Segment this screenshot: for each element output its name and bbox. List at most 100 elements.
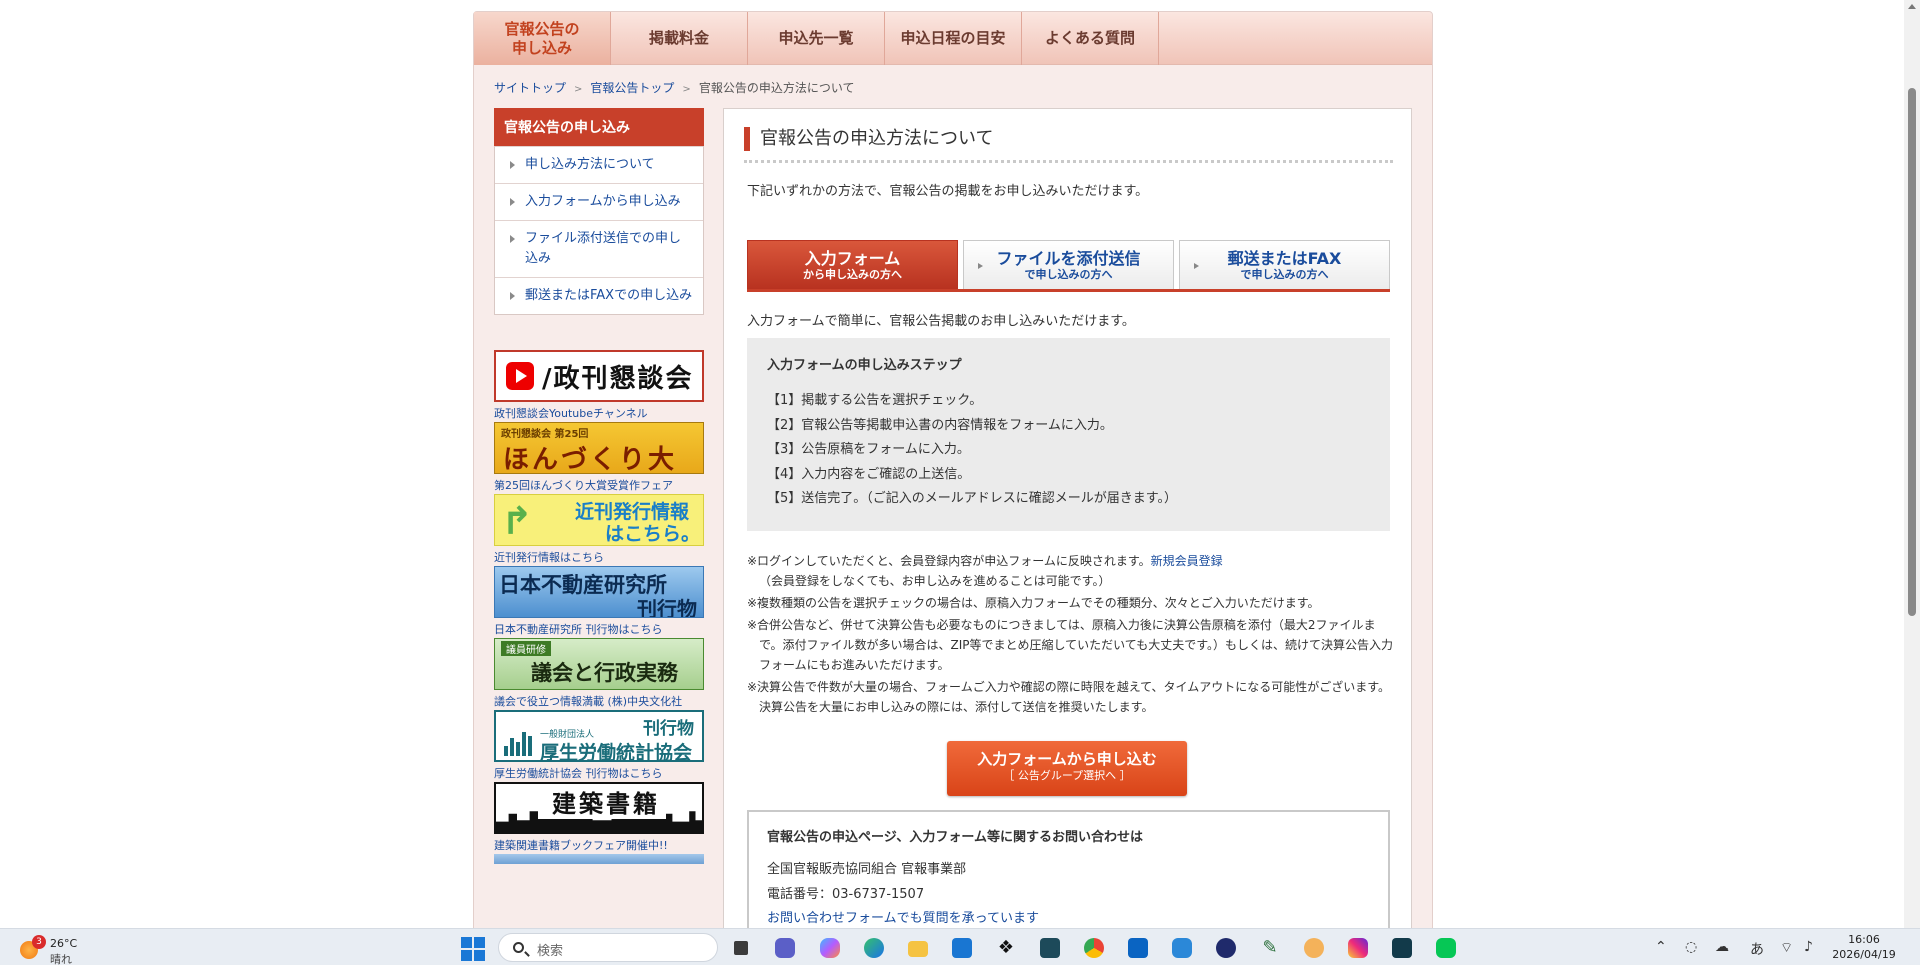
banner-kosei-image: 一般財団法人 厚生労働統計協会 刊行物 (494, 710, 704, 762)
sidebar-item-file-apply[interactable]: ファイル添付送信での申し込み (495, 220, 703, 277)
tab-label-main: 入力フォーム (804, 249, 901, 268)
contact-form-link[interactable]: お問い合わせフォームでも質問を承っています (767, 911, 1039, 926)
banner-honzukuri[interactable]: 政刊懇談会 第25回 ほんづくり大賞 第25回ほんづくり大賞受賞作フェア (494, 422, 704, 491)
tab-mail-fax[interactable]: 郵送またはFAX で申し込みの方へ (1179, 240, 1390, 289)
banner-caption: 政刊懇談会Youtubeチャンネル (494, 407, 648, 419)
banner-caption: 第25回ほんづくり大賞受賞作フェア (494, 479, 673, 491)
banner-caption: 建築関連書籍ブックフェア開催中!! (494, 839, 668, 851)
tab-label-sub: から申し込みの方へ (803, 268, 902, 281)
note-merger: ※合併公告など、併せて決算公告も必要なものにつきましては、原稿入力後に決算公告原… (747, 618, 1394, 672)
apply-button-sublabel: ［ 公告グループ選択へ ］ (1003, 769, 1131, 782)
breadcrumb: サイトトップ > 官報公告トップ > 官報公告の申込方法について (494, 79, 854, 96)
sidebar-menu: 申し込み方法について 入力フォームから申し込み ファイル添付送信での申し込み 郵… (494, 146, 704, 315)
scroll-up-arrow-icon[interactable] (1908, 4, 1916, 9)
step-item: 【1】掲載する公告を選択チェック。 (767, 393, 983, 408)
banner-seikan-text: /政刊懇談会 (542, 363, 694, 394)
app-circle-icon[interactable] (1213, 935, 1239, 961)
apply-form-button[interactable]: 入力フォームから申し込む ［ 公告グループ選択へ ］ (947, 741, 1187, 796)
edge-icon[interactable] (861, 935, 887, 961)
sidebar-item-label: 申し込み方法について (525, 157, 655, 172)
tab-label-main: 郵送またはFAX (1227, 249, 1342, 268)
youtube-icon (506, 362, 534, 390)
instagram-icon[interactable] (1345, 935, 1371, 961)
banner-caption: 厚生労働統計協会 刊行物はこちら (494, 767, 663, 779)
banner-seikan-youtube[interactable]: /政刊懇談会 政刊懇談会Youtubeチャンネル (494, 350, 704, 419)
banner-fudosan-image: 日本不動産研究所 刊行物 (494, 566, 704, 618)
contact-org: 全国官報販売協同組合 官報事業部 (767, 862, 967, 877)
banner-kosei[interactable]: 一般財団法人 厚生労働統計協会 刊行物 厚生労働統計協会 刊行物はこちら (494, 710, 704, 779)
tab-input-form[interactable]: 入力フォーム から申し込みの方へ (747, 240, 958, 289)
bullet-triangle-icon (510, 198, 515, 206)
teams-icon[interactable] (772, 935, 798, 961)
sidebar-banners: /政刊懇談会 政刊懇談会Youtubeチャンネル 政刊懇談会 第25回 ほんづく… (494, 350, 704, 864)
banner-gikai[interactable]: 議員研修 議会と行政実務 議会で役立つ情報満載 (株)中央文化社 (494, 638, 704, 707)
sidebar-heading: 官報公告の申し込み (494, 108, 704, 146)
outlook-icon[interactable] (1125, 935, 1151, 961)
line-icon[interactable] (1433, 935, 1459, 961)
nav-tab-schedule[interactable]: 申込日程の目安 (885, 12, 1022, 65)
clock-time: 16:06 (1848, 933, 1880, 946)
app-terminal-icon[interactable] (1389, 935, 1415, 961)
sidebar-item-label: 郵送またはFAXでの申し込み (525, 288, 693, 303)
weather-widget[interactable]: 3 26°C 晴れ (18, 935, 98, 966)
folder-icon[interactable] (905, 935, 931, 961)
ime-indicator[interactable]: あ (1750, 939, 1764, 959)
browser-page: 官報公告の 申し込み 掲載料金 申込先一覧 申込日程の目安 よくある質問 サイト… (0, 0, 1920, 928)
chrome-icon[interactable] (1081, 935, 1107, 961)
windows-start-icon[interactable] (461, 937, 485, 961)
page-title: 官報公告の申込方法について (744, 127, 993, 151)
nav-tab-apply[interactable]: 官報公告の 申し込み (474, 12, 611, 65)
vertical-scrollbar[interactable] (1904, 0, 1920, 928)
banner-fudosan[interactable]: 日本不動産研究所 刊行物 日本不動産研究所 刊行物はこちら (494, 566, 704, 635)
banner-kenchiku[interactable]: 建築書籍 建築関連書籍ブックフェア開催中!! (494, 782, 704, 851)
search-placeholder: 検索 (537, 944, 564, 959)
taskbar-search[interactable]: 検索 (498, 933, 718, 962)
banner-kinkan[interactable]: ↱ 近刊発行情報 はこちら。 近刊発行情報はこちら (494, 494, 704, 563)
note-login-sub: （会員登録をしなくても、お申し込みを進めることは可能です。） (759, 574, 1111, 588)
sidebar-item-how-to-apply[interactable]: 申し込み方法について (495, 146, 703, 183)
method-tabs: 入力フォーム から申し込みの方へ ファイルを添付送信 で申し込みの方へ 郵送また… (747, 240, 1390, 292)
store-icon[interactable] (949, 935, 975, 961)
banner-partial[interactable] (494, 854, 704, 864)
nav-tab-destinations[interactable]: 申込先一覧 (748, 12, 885, 65)
register-link[interactable]: 新規会員登録 (1151, 554, 1223, 568)
step-item: 【4】入力内容をご確認の上送信。 (767, 466, 971, 482)
scrollbar-thumb[interactable] (1908, 88, 1916, 616)
banner-honzukuri-small: 政刊懇談会 第25回 (501, 429, 589, 440)
outlook-new-icon[interactable] (1169, 935, 1195, 961)
wifi-icon[interactable]: ⌔ (1780, 939, 1793, 957)
banner-honzukuri-big: ほんづくり大賞 (503, 445, 678, 474)
file-explorer-icon[interactable] (728, 935, 754, 961)
copilot-icon[interactable] (817, 935, 843, 961)
banner-kosei-name: 厚生労働統計協会 (540, 742, 693, 762)
breadcrumb-kanpo-top[interactable]: 官報公告トップ (590, 81, 674, 95)
bar-chart-icon (504, 726, 534, 756)
cloud-off-icon[interactable]: ☁ (1715, 939, 1729, 955)
app-pen-icon[interactable]: ✎ (1257, 935, 1283, 961)
step-item: 【5】送信完了。（ご記入のメールアドレスに確認メールが届きます。） (767, 491, 1177, 506)
site-frame: 官報公告の 申し込み 掲載料金 申込先一覧 申込日程の目安 よくある質問 サイト… (473, 11, 1433, 928)
breadcrumb-separator: > (682, 84, 691, 95)
sidebar-item-mail-fax-apply[interactable]: 郵送またはFAXでの申し込み (495, 277, 703, 314)
search-icon (513, 942, 524, 953)
nav-tab-faq[interactable]: よくある質問 (1022, 12, 1159, 65)
main-content: 官報公告の申込方法について 下記いずれかの方法で、官報公告の掲載をお申し込みいた… (723, 108, 1412, 928)
nav-tab-faq-label: よくある質問 (1044, 29, 1135, 48)
breadcrumb-site-top[interactable]: サイトトップ (494, 81, 566, 95)
banner-caption: 日本不動産研究所 刊行物はこちら (494, 623, 663, 635)
note-multiple: ※複数種類の公告を選択チェックの場合は、原稿入力フォームでその種類分、次々とご入… (747, 596, 1320, 610)
banner-honzukuri-image: 政刊懇談会 第25回 ほんづくり大賞 (494, 422, 704, 474)
app-flower-icon[interactable] (1301, 935, 1327, 961)
clock[interactable]: 16:06 2026/04/19 (1826, 932, 1902, 962)
nav-tab-fees[interactable]: 掲載料金 (611, 12, 748, 65)
steps-heading: 入力フォームの申し込みステップ (767, 358, 962, 373)
chevron-up-icon[interactable]: ⌃ (1655, 939, 1667, 955)
title-divider (744, 160, 1393, 163)
volume-icon[interactable]: ♪ (1804, 939, 1813, 955)
system-tray-icon[interactable]: ◌ (1685, 939, 1697, 955)
app-s-icon[interactable] (1037, 935, 1063, 961)
dropbox-icon[interactable]: ❖ (993, 935, 1019, 961)
tab-file-attach[interactable]: ファイルを添付送信 で申し込みの方へ (963, 240, 1174, 289)
sidebar-item-form-apply[interactable]: 入力フォームから申し込み (495, 183, 703, 220)
breadcrumb-separator: > (574, 84, 583, 95)
